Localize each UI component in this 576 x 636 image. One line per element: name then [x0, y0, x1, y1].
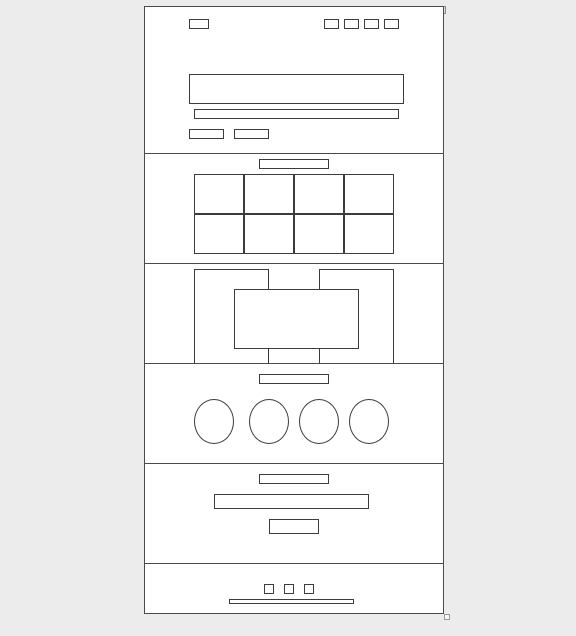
circle-item[interactable] — [249, 399, 289, 444]
section-divider — [145, 563, 443, 564]
section-divider — [145, 153, 443, 154]
cta-input-field[interactable] — [214, 494, 369, 509]
circle-item[interactable] — [299, 399, 339, 444]
circles-section-title — [259, 374, 329, 384]
footer-social-icon[interactable] — [264, 584, 274, 594]
feature-panel-center — [234, 289, 359, 349]
cta-section-title — [259, 474, 329, 484]
section-divider — [145, 363, 443, 364]
footer-social-icon[interactable] — [304, 584, 314, 594]
grid-tile[interactable] — [344, 174, 394, 214]
grid-tile[interactable] — [244, 214, 294, 254]
grid-tile[interactable] — [244, 174, 294, 214]
hero-subheadline — [194, 109, 399, 119]
page-canvas — [144, 6, 444, 614]
grid-tile[interactable] — [294, 214, 344, 254]
cta-button[interactable] — [269, 519, 319, 534]
section-divider — [145, 263, 443, 264]
hero-secondary-button[interactable] — [234, 129, 269, 139]
hero-headline — [189, 74, 404, 104]
nav-item-3[interactable] — [364, 19, 379, 29]
grid-tile[interactable] — [344, 214, 394, 254]
grid-section-title — [259, 159, 329, 169]
hero-primary-button[interactable] — [189, 129, 224, 139]
footer-social-icon[interactable] — [284, 584, 294, 594]
grid-tile[interactable] — [294, 174, 344, 214]
section-divider — [145, 463, 443, 464]
grid-tile[interactable] — [194, 174, 244, 214]
nav-item-2[interactable] — [344, 19, 359, 29]
resize-handle[interactable] — [444, 614, 450, 620]
grid-tile[interactable] — [194, 214, 244, 254]
nav-item-4[interactable] — [384, 19, 399, 29]
circle-item[interactable] — [194, 399, 234, 444]
nav-item-1[interactable] — [324, 19, 339, 29]
logo[interactable] — [189, 19, 209, 29]
circle-item[interactable] — [349, 399, 389, 444]
footer-text — [229, 599, 354, 604]
